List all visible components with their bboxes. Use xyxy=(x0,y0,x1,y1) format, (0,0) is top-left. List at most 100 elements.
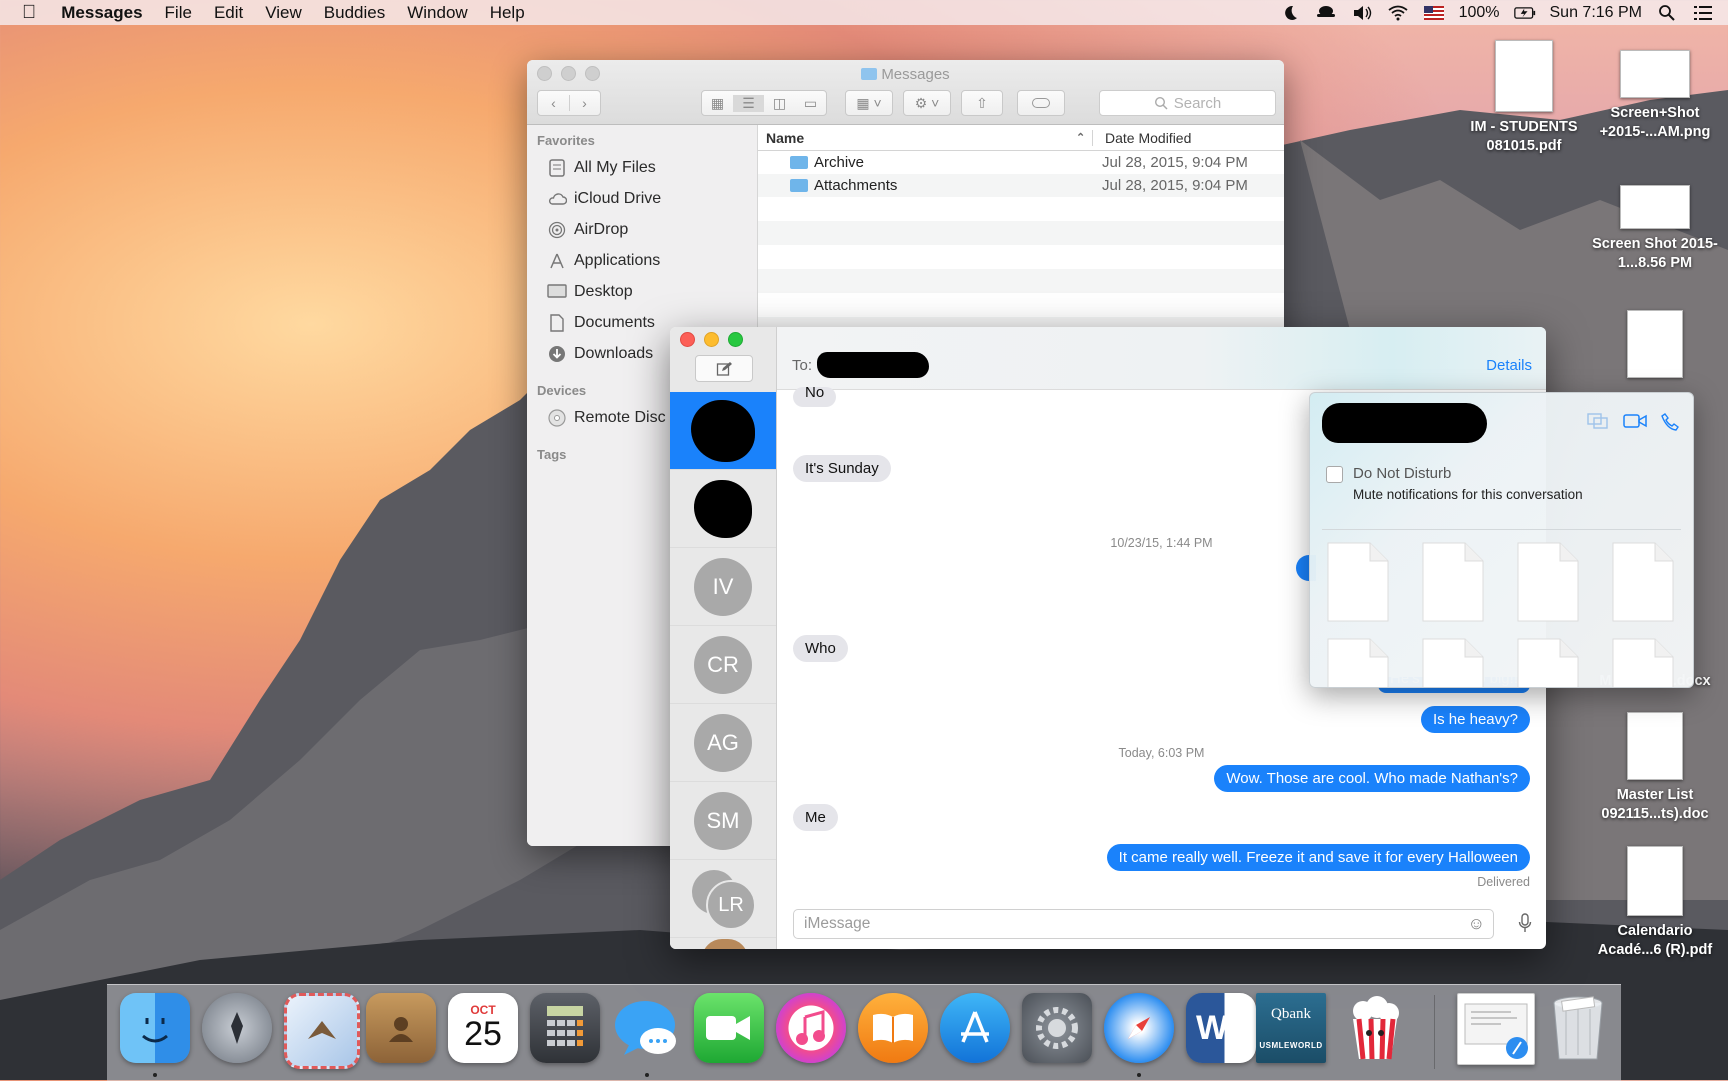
conversation-item[interactable]: CR xyxy=(670,626,776,704)
details-button[interactable]: Details xyxy=(1486,357,1532,374)
search-placeholder: Search xyxy=(1173,94,1222,112)
avatar-redacted xyxy=(691,399,755,462)
qbank-dock-icon[interactable]: Qbank USMLEWORLD xyxy=(1256,993,1326,1063)
system-preferences-dock-icon[interactable] xyxy=(1022,993,1092,1063)
video-call-icon[interactable] xyxy=(1623,413,1647,434)
column-view-icon[interactable]: ◫ xyxy=(764,95,795,112)
desktop-file-screen-shot-png[interactable]: Screen+Shot +2015-...AM.png xyxy=(1590,50,1720,142)
menu-window[interactable]: Window xyxy=(396,3,478,23)
column-header-date[interactable]: Date Modified xyxy=(1092,129,1191,146)
list-view-icon[interactable]: ☰ xyxy=(733,94,764,112)
desktop-file-screen-shot[interactable]: Screen Shot 2015-1...8.56 PM xyxy=(1590,185,1720,273)
menu-app-name[interactable]: Messages xyxy=(50,3,153,23)
sidebar-item-label: Remote Disc xyxy=(574,408,666,426)
column-header-name[interactable]: Name xyxy=(758,130,1076,146)
finder-dock-icon[interactable] xyxy=(120,993,190,1063)
action-button[interactable]: ⚙ ˅ xyxy=(903,90,951,116)
sidebar-item-icloud-drive[interactable]: iCloud Drive xyxy=(527,183,757,214)
file-attachment-icon[interactable] xyxy=(1516,541,1580,623)
word-dock-icon[interactable]: W xyxy=(1186,993,1256,1063)
notification-center-icon[interactable] xyxy=(1692,3,1714,23)
itunes-dock-icon[interactable] xyxy=(776,993,846,1063)
calendar-dock-icon[interactable]: OCT 25 xyxy=(448,993,518,1063)
conversation-item[interactable]: IV xyxy=(670,548,776,626)
menu-view[interactable]: View xyxy=(254,3,313,23)
popcorn-time-dock-icon[interactable] xyxy=(1340,993,1410,1063)
conversation-item[interactable] xyxy=(670,470,776,548)
screen-share-icon[interactable] xyxy=(1587,413,1609,434)
close-button[interactable] xyxy=(680,332,695,347)
file-attachment-icon[interactable] xyxy=(1516,637,1580,688)
messages-dock-icon[interactable] xyxy=(612,993,682,1063)
file-attachment-icon[interactable] xyxy=(1611,637,1675,688)
file-attachment-icon[interactable] xyxy=(1421,637,1485,688)
volume-icon[interactable] xyxy=(1351,3,1373,23)
table-row[interactable]: Archive Jul 28, 2015, 9:04 PM xyxy=(758,151,1284,174)
message-bubble-outgoing: Wow. Those are cool. Who made Nathan's? xyxy=(1214,765,1530,792)
spotlight-icon[interactable] xyxy=(1656,3,1678,23)
spy-icon[interactable] xyxy=(1315,3,1337,23)
menu-file[interactable]: File xyxy=(154,3,203,23)
safari-dock-icon[interactable] xyxy=(1104,993,1174,1063)
us-flag-icon[interactable] xyxy=(1423,3,1445,23)
folder-icon xyxy=(790,179,808,192)
do-not-disturb-checkbox[interactable] xyxy=(1326,466,1343,483)
app-store-dock-icon[interactable] xyxy=(940,993,1010,1063)
sidebar-item-applications[interactable]: Applications xyxy=(527,245,757,276)
view-mode-segmented[interactable]: ▦ ☰ ◫ ▭ xyxy=(701,90,827,116)
menu-clock[interactable]: Sun 7:16 PM xyxy=(1550,4,1643,22)
conversation-item[interactable] xyxy=(670,392,776,470)
apple-menu-icon[interactable]:  xyxy=(0,2,50,24)
sidebar-item-all-my-files[interactable]: All My Files xyxy=(527,152,757,183)
ibooks-dock-icon[interactable] xyxy=(858,993,928,1063)
battery-percent[interactable]: 100% xyxy=(1459,4,1500,22)
timestamp: Today, 6:03 PM xyxy=(1118,746,1205,760)
icon-view-icon[interactable]: ▦ xyxy=(702,95,733,112)
file-attachment-icon[interactable] xyxy=(1421,541,1485,623)
menu-edit[interactable]: Edit xyxy=(203,3,254,23)
launchpad-dock-icon[interactable] xyxy=(202,993,272,1063)
table-row[interactable]: Attachments Jul 28, 2015, 9:04 PM xyxy=(758,174,1284,197)
zoom-button[interactable] xyxy=(728,332,743,347)
back-chevron-icon[interactable]: ‹ xyxy=(539,95,569,111)
facetime-dock-icon[interactable] xyxy=(694,993,764,1063)
sidebar-item-desktop[interactable]: Desktop xyxy=(527,276,757,307)
conversation-item[interactable]: AG xyxy=(670,704,776,782)
desktop-file-doc[interactable] xyxy=(1590,310,1720,384)
back-forward-buttons[interactable]: ‹ › xyxy=(537,90,601,116)
finder-search-field[interactable]: Search xyxy=(1099,90,1276,116)
downloads-stack-dock-icon[interactable] xyxy=(1457,993,1535,1065)
avatar: AG xyxy=(694,713,752,772)
minimize-button[interactable] xyxy=(704,332,719,347)
sidebar-item-label: Desktop xyxy=(574,282,633,300)
phone-icon[interactable] xyxy=(1661,413,1679,434)
battery-icon[interactable] xyxy=(1513,3,1536,23)
emoji-icon[interactable]: ☺ xyxy=(1468,914,1485,934)
file-attachment-icon[interactable] xyxy=(1326,637,1390,688)
tags-button[interactable] xyxy=(1017,90,1065,116)
contacts-dock-icon[interactable] xyxy=(366,993,436,1063)
desktop-file-calendario[interactable]: Calendario Acadé...6 (R).pdf xyxy=(1590,846,1720,960)
arrange-button[interactable]: ▦ ˅ xyxy=(845,90,893,116)
wifi-icon[interactable] xyxy=(1387,3,1409,23)
menu-buddies[interactable]: Buddies xyxy=(313,3,396,23)
calculator-dock-icon[interactable] xyxy=(530,993,600,1063)
menu-help[interactable]: Help xyxy=(479,3,536,23)
file-attachment-icon[interactable] xyxy=(1611,541,1675,623)
file-attachment-icon[interactable] xyxy=(1326,541,1390,623)
conversation-item-group[interactable]: LR xyxy=(670,860,776,938)
share-button[interactable]: ⇧ xyxy=(961,90,1003,116)
cover-flow-icon[interactable]: ▭ xyxy=(795,95,826,112)
trash-dock-icon[interactable] xyxy=(1543,993,1613,1063)
imessage-input[interactable]: iMessage ☺ xyxy=(793,909,1494,939)
desktop-file-im-students[interactable]: IM - STUDENTS 081015.pdf xyxy=(1459,40,1589,156)
sidebar-item-airdrop[interactable]: AirDrop xyxy=(527,214,757,245)
desktop-file-label: Master List 092115...ts).doc xyxy=(1601,787,1709,822)
new-message-button[interactable] xyxy=(695,355,753,382)
forward-chevron-icon[interactable]: › xyxy=(568,95,600,111)
moon-icon[interactable] xyxy=(1279,3,1301,23)
mail-dock-icon[interactable] xyxy=(284,993,360,1069)
microphone-icon[interactable] xyxy=(1518,913,1532,936)
conversation-item[interactable]: SM xyxy=(670,782,776,860)
desktop-file-master-list[interactable]: Master List 092115...ts).doc xyxy=(1590,712,1720,824)
